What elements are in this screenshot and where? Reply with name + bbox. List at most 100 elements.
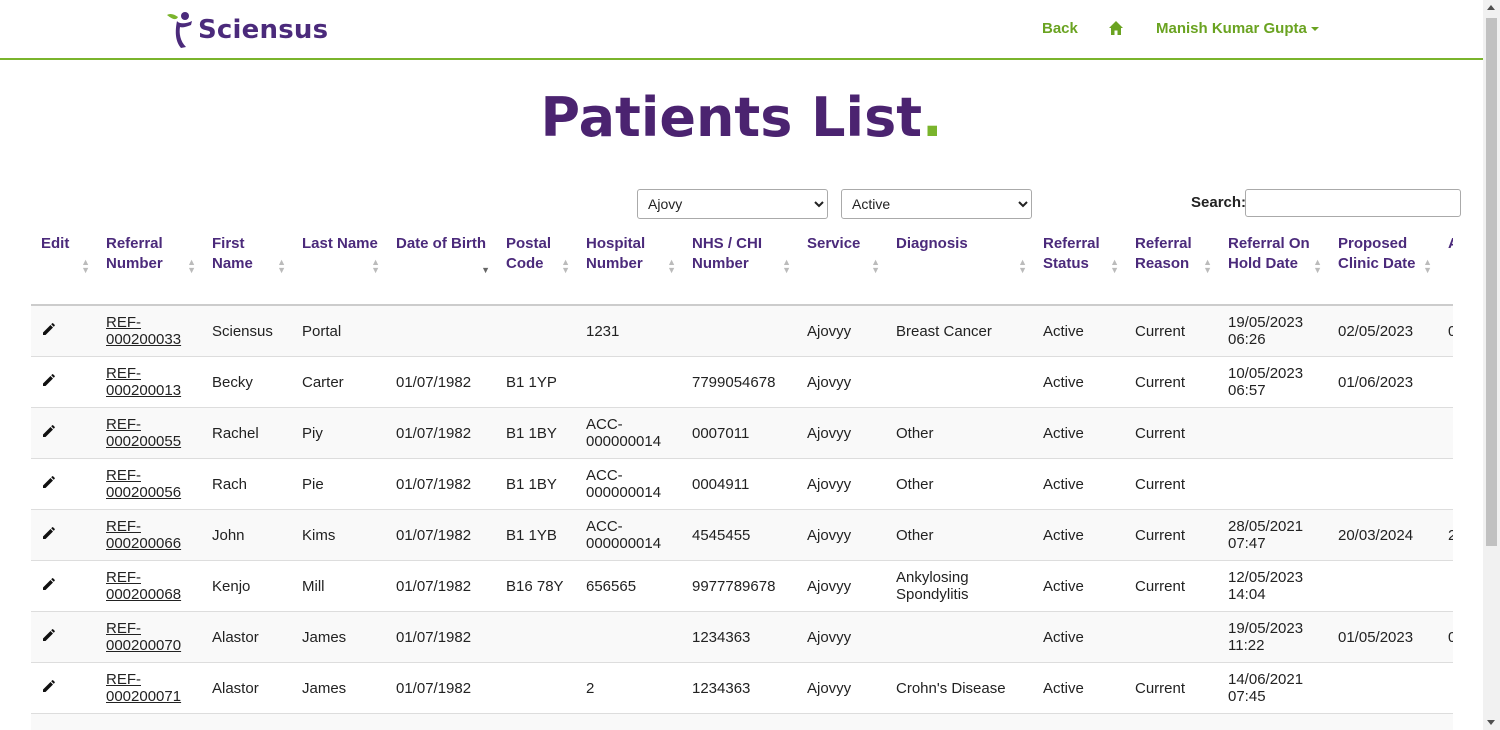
cell-nhs <box>682 305 797 357</box>
column-header-label: Referral Reason <box>1135 235 1192 272</box>
column-header[interactable]: Service ▲ ▼ <box>797 222 886 306</box>
cell-diagnosis: Ankylosing <box>886 713 1033 730</box>
sort-arrows-icon[interactable]: ▲ ▼ <box>782 258 791 275</box>
cell-clinic <box>1328 662 1438 714</box>
referral-link[interactable]: REF-000200013 <box>106 365 181 399</box>
sort-arrows-icon[interactable]: ▲ ▼ <box>277 258 286 275</box>
referral-link[interactable]: REF-000200056 <box>106 467 181 501</box>
column-header[interactable]: A C D▲▼ <box>1438 222 1453 306</box>
column-header[interactable]: Postal Code ▲ ▼ <box>496 222 576 306</box>
cell-last: Pie <box>292 458 386 510</box>
cell-dob: 01/07/1982 <box>386 509 496 561</box>
edit-cell <box>31 356 96 408</box>
sort-arrows-icon[interactable]: ▲ ▼ <box>1313 258 1322 275</box>
sort-arrows-icon[interactable]: ▲ ▼ <box>1203 258 1212 275</box>
cell-dob: 01/07/1982 <box>386 662 496 714</box>
cell-dob: 01/07/1982 <box>386 407 496 459</box>
pencil-icon[interactable] <box>41 474 57 490</box>
column-header[interactable]: First Name ▲ ▼ <box>202 222 292 306</box>
sort-arrows-icon[interactable]: ▲ ▼ <box>371 258 380 275</box>
home-icon[interactable] <box>1108 20 1126 38</box>
sort-arrows-icon[interactable]: ▼ <box>481 266 490 275</box>
cell-first: John <box>202 509 292 561</box>
sort-arrows-icon[interactable]: ▲ ▼ <box>1018 258 1027 275</box>
cell-reason: Current <box>1125 305 1218 357</box>
user-menu[interactable]: Manish Kumar Gupta <box>1156 20 1319 37</box>
cell-clinic: 20/03/2024 <box>1328 509 1438 561</box>
cell-postal <box>496 611 576 663</box>
cell-clinic <box>1328 713 1438 730</box>
column-header[interactable]: Referral Status ▲ ▼ <box>1033 222 1125 306</box>
pencil-icon[interactable] <box>41 525 57 541</box>
column-header[interactable]: Referral Reason ▲ ▼ <box>1125 222 1218 306</box>
cell-postal: B1 1BY <box>496 407 576 459</box>
column-header-label: Proposed Clinic Date <box>1338 235 1416 272</box>
status-filter-select[interactable]: Active <box>841 189 1032 219</box>
sort-arrows-icon[interactable]: ▲ ▼ <box>667 258 676 275</box>
sort-arrows-icon[interactable]: ▲ ▼ <box>187 258 196 275</box>
edit-cell <box>31 407 96 459</box>
sort-arrows-icon[interactable]: ▲ ▼ <box>871 258 880 275</box>
cell-extra <box>1438 713 1453 730</box>
cell-service: Ajovyy <box>797 356 886 408</box>
column-header[interactable]: Referral On Hold Date ▲ ▼ <box>1218 222 1328 306</box>
vertical-scrollbar[interactable] <box>1483 0 1500 730</box>
sort-arrows-icon[interactable]: ▲ ▼ <box>561 258 570 275</box>
column-header-label: Service <box>807 235 861 252</box>
sciensus-logo-icon <box>167 12 192 48</box>
cell-last: Portal <box>292 305 386 357</box>
column-header[interactable]: Proposed Clinic Date ▲ ▼ <box>1328 222 1438 306</box>
column-header[interactable]: Diagnosis ▲ ▼ <box>886 222 1033 306</box>
page-title-dot: . <box>922 86 943 149</box>
referral-link[interactable]: REF-000200070 <box>106 620 181 654</box>
cell-dob: 01/07/1982 <box>386 458 496 510</box>
cell-extra <box>1438 662 1453 714</box>
pencil-icon[interactable] <box>41 372 57 388</box>
referral-link[interactable]: REF-000200055 <box>106 416 181 450</box>
cell-reason: Current <box>1125 458 1218 510</box>
cell-status: Active <box>1033 407 1125 459</box>
column-header[interactable]: Referral Number ▲ ▼ <box>96 222 202 306</box>
cell-postal: B1 1BY <box>496 458 576 510</box>
pencil-icon[interactable] <box>41 576 57 592</box>
referral-link[interactable]: REF-000200068 <box>106 569 181 603</box>
scroll-up-arrow-icon[interactable] <box>1487 5 1495 10</box>
pencil-icon[interactable] <box>41 678 57 694</box>
pencil-icon[interactable] <box>41 627 57 643</box>
cell-ref: REF- <box>96 713 202 730</box>
sort-arrows-icon[interactable]: ▲ ▼ <box>1110 258 1119 275</box>
cell-diagnosis <box>886 611 1033 663</box>
back-link[interactable]: Back <box>1042 20 1078 37</box>
referral-link[interactable]: REF-000200071 <box>106 671 181 705</box>
edit-cell <box>31 662 96 714</box>
column-header[interactable]: Hospital Number ▲ ▼ <box>576 222 682 306</box>
pencil-icon[interactable] <box>41 321 57 337</box>
cell-hospital: 1231 <box>576 305 682 357</box>
column-header[interactable]: NHS / CHI Number ▲ ▼ <box>682 222 797 306</box>
referral-link[interactable]: REF-000200033 <box>106 314 181 348</box>
sciensus-logo[interactable]: Sciensus <box>164 10 328 50</box>
top-navbar: Sciensus Back Manish Kumar Gupta <box>0 0 1483 60</box>
cell-dob <box>386 305 496 357</box>
cell-hospital: 2 <box>576 662 682 714</box>
cell-postal: B1 1YP <box>496 356 576 408</box>
cell-dob: 01/07/1982 <box>386 356 496 408</box>
cell-diagnosis: Crohn's Disease <box>886 662 1033 714</box>
column-header[interactable]: Last Name ▲ ▼ <box>292 222 386 306</box>
cell-ref: REF-000200070 <box>96 611 202 663</box>
cell-first: Alastor <box>202 662 292 714</box>
search-input[interactable] <box>1245 189 1461 217</box>
sort-arrows-icon[interactable]: ▲ ▼ <box>81 258 90 275</box>
column-header[interactable]: Date of Birth ▼ <box>386 222 496 306</box>
service-filter-select[interactable]: Ajovy <box>637 189 828 219</box>
cell-first: Rach <box>202 458 292 510</box>
cell-reason <box>1125 713 1218 730</box>
sort-arrows-icon[interactable]: ▲ ▼ <box>1423 258 1432 275</box>
pencil-icon[interactable] <box>41 423 57 439</box>
scroll-thumb[interactable] <box>1486 18 1497 546</box>
column-header-label: Diagnosis <box>896 235 968 252</box>
cell-last: James <box>292 662 386 714</box>
referral-link[interactable]: REF-000200066 <box>106 518 181 552</box>
cell-hospital: ACC-000000014 <box>576 407 682 459</box>
scroll-down-arrow-icon[interactable] <box>1487 720 1495 725</box>
